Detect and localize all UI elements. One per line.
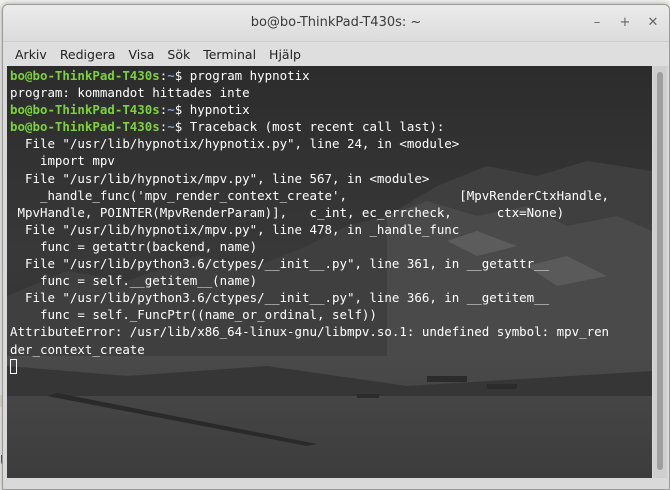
terminal-output-line: func = getattr(backend, name) — [10, 238, 258, 254]
menu-sok[interactable]: Sök — [161, 45, 196, 64]
title-bar[interactable]: bo@bo-ThinkPad-T430s: ~ – + ✕ — [3, 5, 669, 42]
terminal-output-line: File "/usr/lib/python3.6/ctypes/__init__… — [10, 290, 550, 306]
text-cursor[interactable] — [10, 358, 17, 374]
terminal-output-line: File "/usr/lib/hypnotix/mpv.py", line 47… — [10, 221, 460, 237]
terminal-output-line: _handle_func('mpv_render_context_create'… — [10, 187, 610, 203]
prompt-user: bo@bo-ThinkPad-T430s — [10, 119, 160, 135]
terminal-output-line: import mpv — [10, 153, 115, 169]
terminal-output-line: program: kommandot hittades inte — [10, 85, 250, 101]
prompt-command: Traceback (most recent call last): — [189, 119, 445, 135]
window-title: bo@bo-ThinkPad-T430s: ~ — [250, 15, 422, 30]
window-bottom-border — [3, 478, 669, 489]
prompt-path: ~ — [167, 68, 175, 83]
terminal-output-line: File "/usr/lib/hypnotix/hypnotix.py", li… — [10, 136, 460, 152]
close-button[interactable]: ✕ — [647, 16, 659, 30]
terminal-scrollbar[interactable] — [653, 66, 667, 478]
terminal-output-line: File "/usr/lib/python3.6/ctypes/__init__… — [10, 256, 550, 272]
prompt-user: bo@bo-ThinkPad-T430s — [10, 102, 160, 118]
terminal-output-line: func = self.__getitem__(name) — [10, 273, 258, 289]
prompt-path: ~ — [167, 119, 175, 135]
terminal-output-line: MpvHandle, POINTER(MpvRenderParam)], c_i… — [10, 204, 565, 220]
terminal-output-line: func = self._FuncPtr((name_or_ordinal, s… — [10, 307, 377, 323]
terminal-output[interactable]: bo@bo-ThinkPad-T430s:~$ program hypnotix… — [7, 66, 652, 478]
menu-visa[interactable]: Visa — [122, 45, 160, 64]
terminal-window: bo@bo-ThinkPad-T430s: ~ – + ✕ Arkiv Redi… — [2, 4, 670, 490]
terminal-output-line: File "/usr/lib/hypnotix/mpv.py", line 56… — [10, 170, 430, 186]
menu-redigera[interactable]: Redigera — [54, 45, 122, 64]
terminal-output-line: AttributeError: /usr/lib/x86_64-linux-gn… — [10, 324, 610, 340]
menu-bar: Arkiv Redigera Visa Sök Terminal Hjälp — [3, 42, 669, 66]
terminal-prompt-line: bo@bo-ThinkPad-T430s:~$ Traceback (most … — [10, 119, 445, 135]
prompt-command: program hypnotix — [189, 68, 310, 83]
terminal-prompt-line: bo@bo-ThinkPad-T430s:~$ program hypnotix — [10, 68, 310, 83]
menu-terminal[interactable]: Terminal — [197, 45, 262, 64]
menu-hjalp[interactable]: Hjälp — [263, 45, 307, 64]
prompt-path: ~ — [167, 102, 175, 118]
minimize-button[interactable]: – — [591, 16, 603, 30]
terminal-prompt-line: bo@bo-ThinkPad-T430s:~$ hypnotix — [10, 102, 250, 118]
prompt-user: bo@bo-ThinkPad-T430s — [10, 68, 160, 83]
terminal-cursor-line — [10, 358, 652, 375]
prompt-command: hypnotix — [189, 102, 250, 118]
scrollbar-thumb[interactable] — [657, 72, 663, 470]
menu-arkiv[interactable]: Arkiv — [9, 45, 53, 64]
maximize-button[interactable]: + — [619, 16, 631, 30]
terminal-text: bo@bo-ThinkPad-T430s:~$ program hypnotix… — [10, 67, 652, 375]
window-controls: – + ✕ — [591, 5, 659, 41]
terminal-output-line: der_context_create — [10, 341, 145, 357]
